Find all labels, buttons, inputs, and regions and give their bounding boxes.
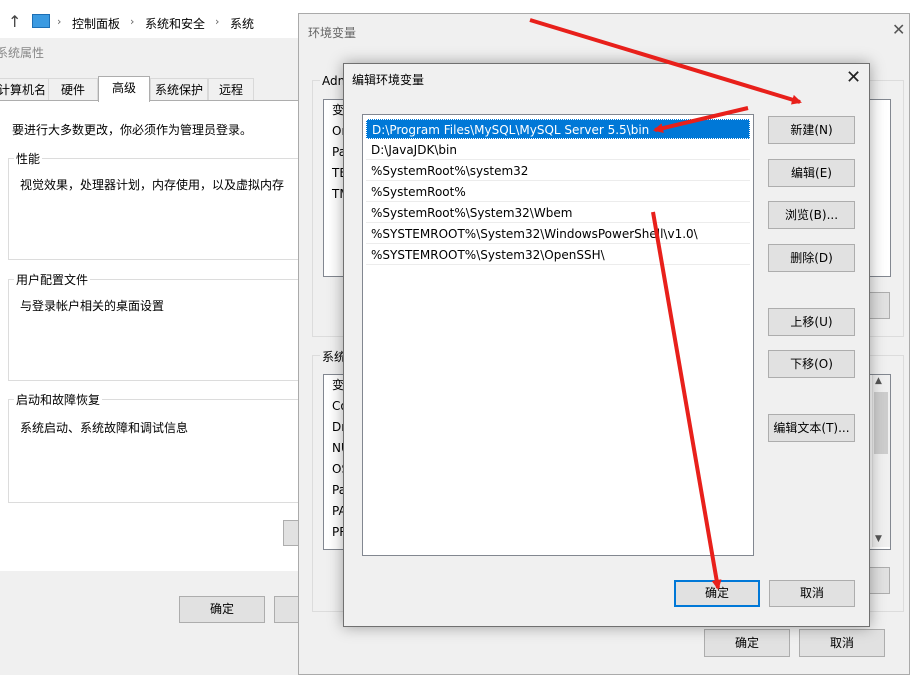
startup-recovery-group-title: 启动和故障恢复 [14, 391, 103, 408]
tab-remote[interactable]: 远程 [208, 78, 254, 101]
breadcrumb-separator: › [215, 15, 220, 28]
scroll-up-icon[interactable]: ▲ [875, 376, 882, 386]
path-list-item[interactable]: %SystemRoot%\System32\Wbem [366, 203, 750, 223]
env-window-title: 环境变量 [308, 26, 357, 40]
move-up-button[interactable]: 上移(U) [768, 308, 855, 336]
sysprop-ok-button[interactable]: 确定 [179, 596, 265, 623]
tab-advanced[interactable]: 高级 [98, 76, 150, 102]
system-properties-title: 系统属性 [0, 46, 45, 60]
breadcrumb-control-panel[interactable]: 控制面板 [72, 15, 120, 32]
edit-button[interactable]: 编辑(E) [768, 159, 855, 187]
startup-recovery-description: 系统启动、系统故障和调试信息 [20, 421, 189, 435]
system-delete-button[interactable] [868, 567, 890, 594]
up-arrow-icon[interactable]: ↑ [8, 12, 21, 31]
breadcrumb-system-security[interactable]: 系统和安全 [145, 15, 205, 32]
breadcrumb-system[interactable]: 系统 [230, 15, 254, 32]
new-button[interactable]: 新建(N) [768, 116, 855, 144]
delete-button[interactable]: 删除(D) [768, 244, 855, 272]
close-icon[interactable]: ✕ [892, 20, 905, 39]
path-list-item[interactable]: %SYSTEMROOT%\System32\OpenSSH\ [366, 245, 750, 265]
env-cancel-button[interactable]: 取消 [799, 629, 885, 657]
user-profiles-group-title: 用户配置文件 [14, 271, 91, 288]
user-delete-button[interactable] [868, 292, 890, 319]
scroll-down-icon[interactable]: ▼ [875, 534, 882, 544]
user-profiles-description: 与登录帐户相关的桌面设置 [20, 299, 165, 313]
breadcrumb-separator: › [57, 15, 62, 28]
browse-button[interactable]: 浏览(B)... [768, 201, 855, 229]
tab-hardware[interactable]: 硬件 [48, 78, 98, 101]
edit-cancel-button[interactable]: 取消 [769, 580, 855, 607]
env-ok-button[interactable]: 确定 [704, 629, 790, 657]
admin-note: 要进行大多数更改，你必须作为管理员登录。 [12, 123, 253, 137]
path-list: D:\Program Files\MySQL\MySQL Server 5.5\… [362, 114, 754, 556]
tab-computer-name[interactable]: 计算机名 [0, 78, 50, 101]
close-icon[interactable]: ✕ [846, 67, 861, 88]
edit-dialog-title: 编辑环境变量 [352, 73, 425, 87]
tab-system-protection[interactable]: 系统保护 [150, 78, 208, 101]
path-list-item[interactable]: %SYSTEMROOT%\System32\WindowsPowerShell\… [366, 224, 750, 244]
startup-recovery-group [8, 399, 310, 503]
move-down-button[interactable]: 下移(O) [768, 350, 855, 378]
breadcrumb-separator: › [130, 15, 135, 28]
performance-group [8, 158, 310, 260]
path-list-item-selected[interactable]: D:\Program Files\MySQL\MySQL Server 5.5\… [366, 119, 750, 139]
performance-description: 视觉效果，处理器计划，内存使用，以及虚拟内存 [20, 178, 285, 192]
path-list-item[interactable]: D:\JavaJDK\bin [366, 140, 750, 160]
scroll-thumb[interactable] [874, 392, 888, 454]
performance-group-title: 性能 [14, 150, 43, 167]
path-list-item[interactable]: %SystemRoot%\system32 [366, 161, 750, 181]
control-panel-icon [32, 14, 50, 28]
path-list-item[interactable]: %SystemRoot% [366, 182, 750, 202]
edit-ok-button[interactable]: 确定 [674, 580, 760, 607]
user-profiles-group [8, 279, 310, 381]
edit-text-button[interactable]: 编辑文本(T)... [768, 414, 855, 442]
